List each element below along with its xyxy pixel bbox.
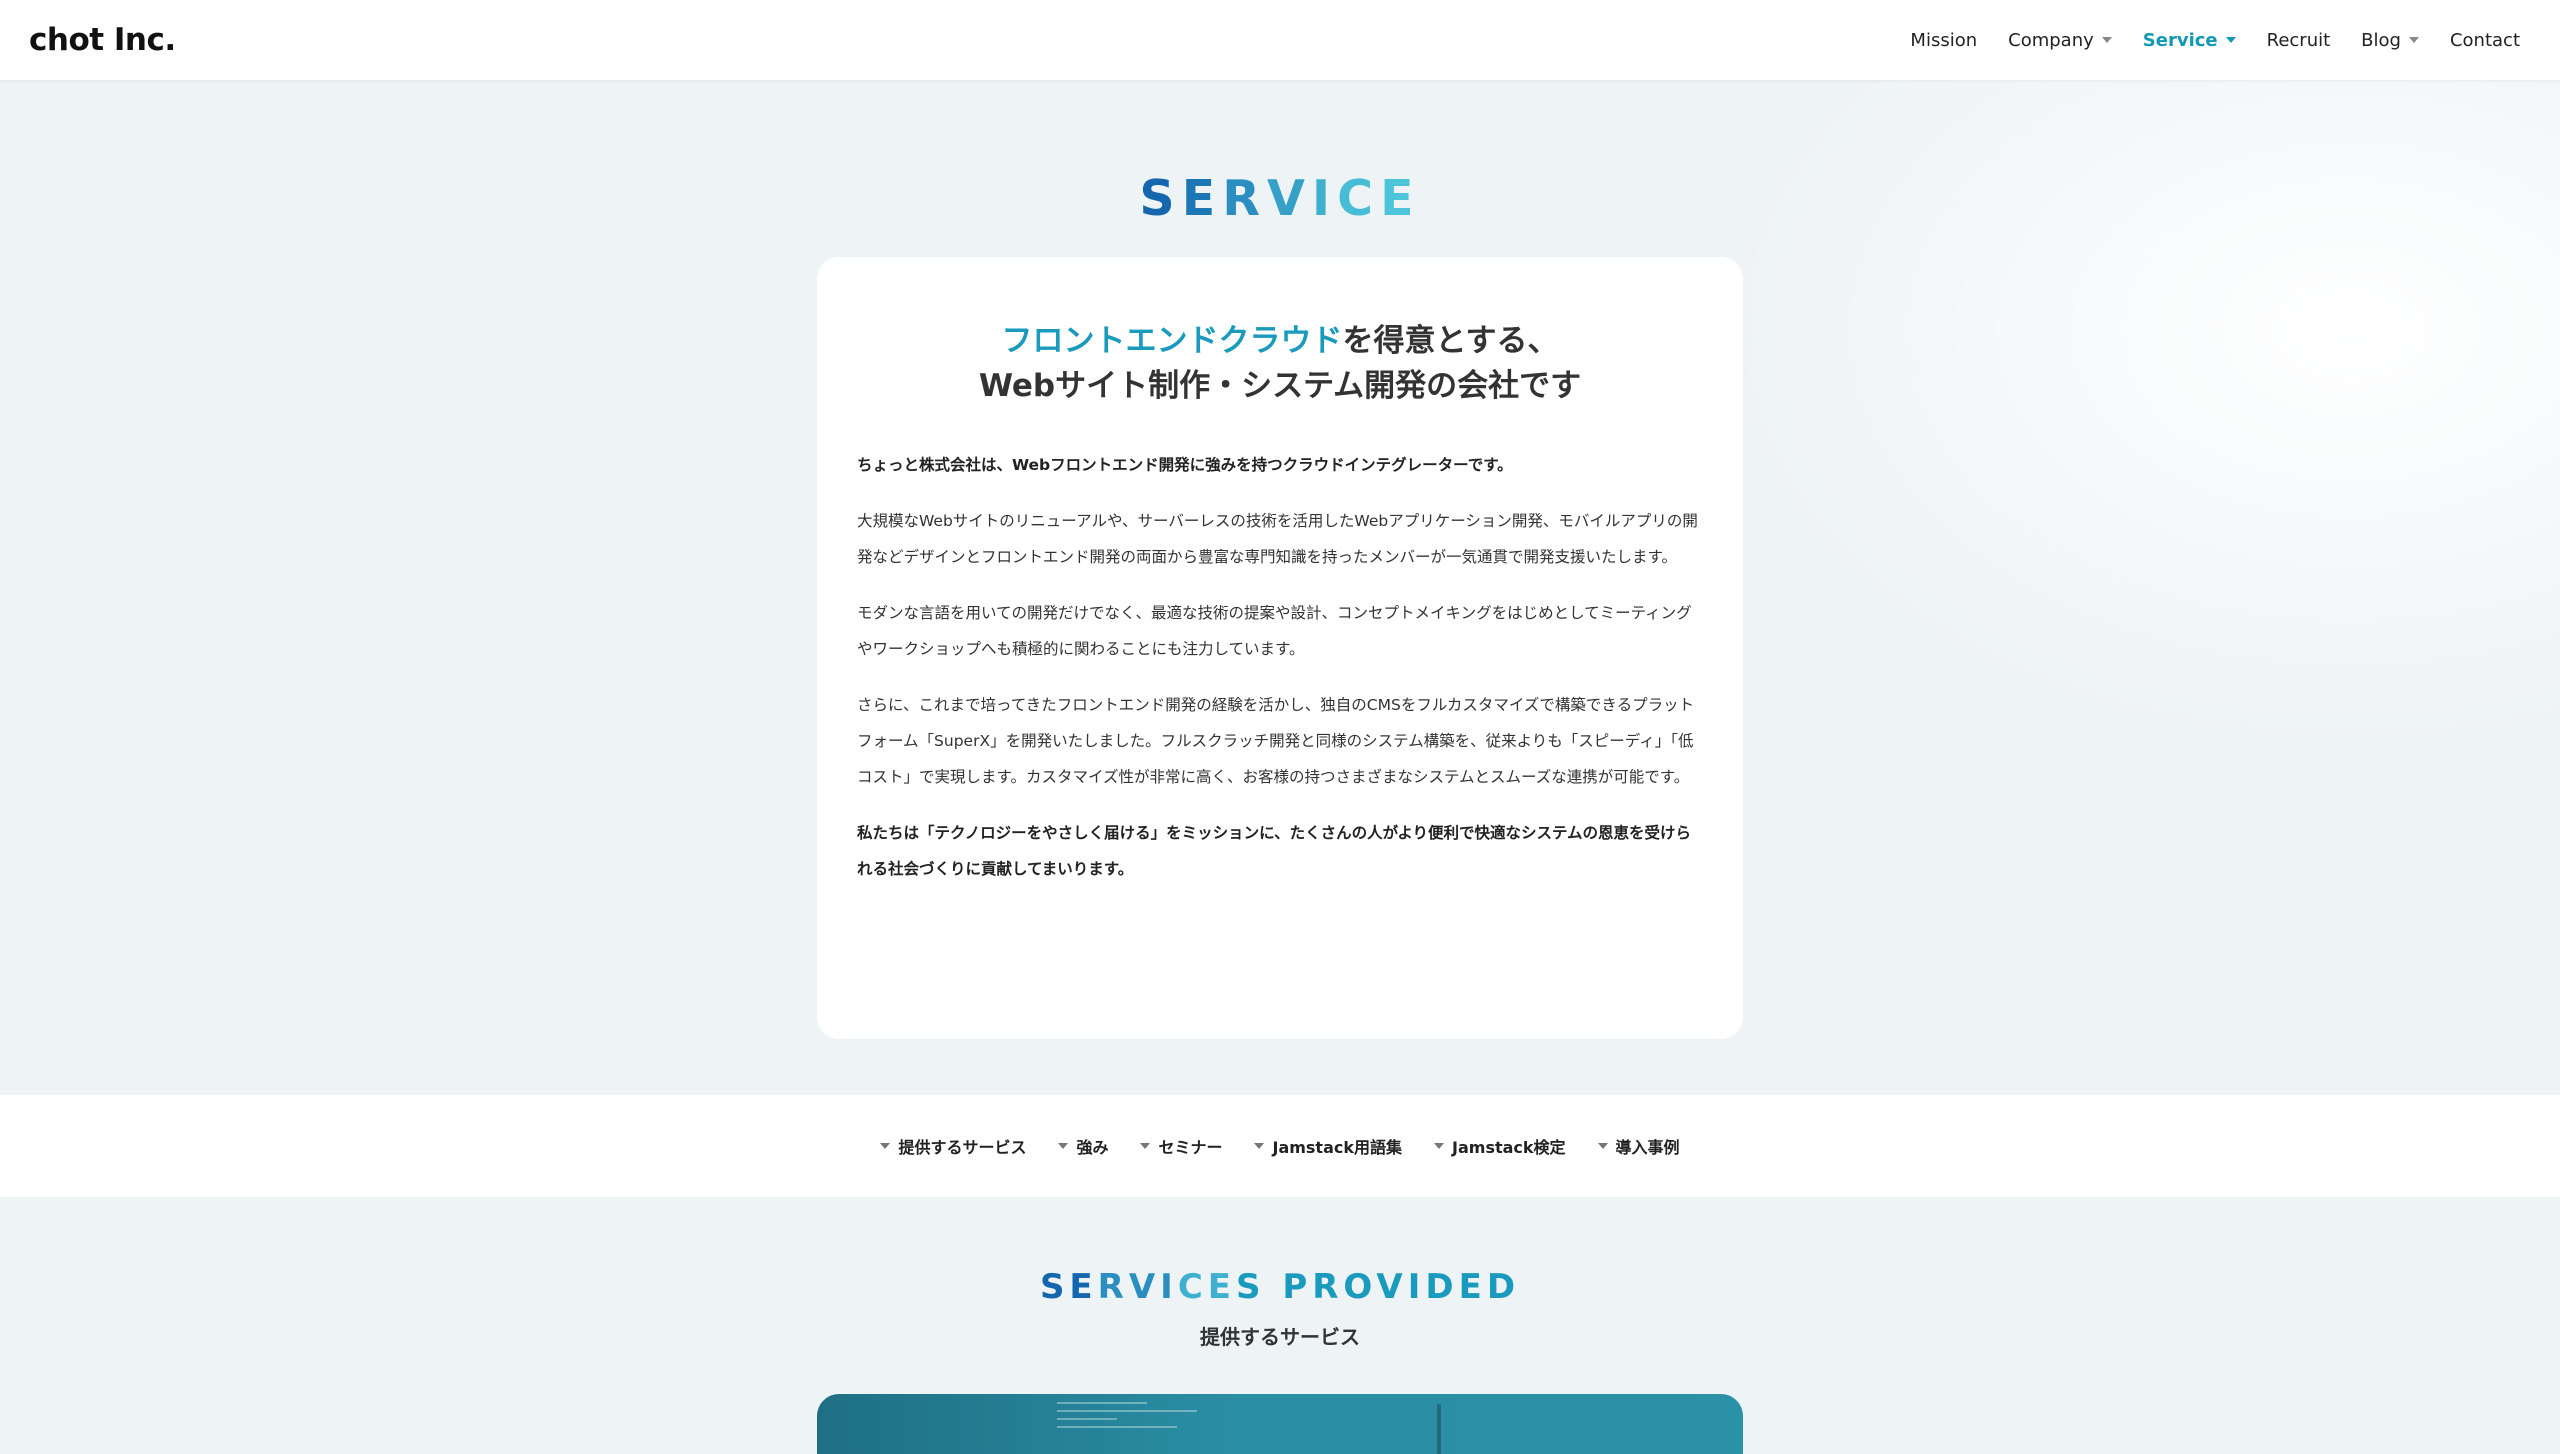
subnav-label: 導入事例 bbox=[1615, 1138, 1680, 1157]
section-title-part: CE bbox=[1177, 1267, 1236, 1307]
subnav-label: 強み bbox=[1076, 1138, 1109, 1157]
title-letter: E bbox=[1380, 170, 1421, 227]
section-title: SERVICES PROVIDED bbox=[0, 1267, 2560, 1307]
subnav-label: Jamstack検定 bbox=[1452, 1138, 1566, 1157]
section-subtitle: 提供するサービス bbox=[1200, 1325, 1360, 1349]
service-subnav: 提供するサービス 強み セミナー Jamstack用語集 Jamstack検定 … bbox=[0, 1095, 2560, 1197]
nav-mission[interactable]: Mission bbox=[1910, 30, 1977, 51]
caret-down-icon bbox=[880, 1143, 891, 1149]
subnav-label: 提供するサービス bbox=[898, 1138, 1027, 1157]
subnav-strengths[interactable]: 強み bbox=[1058, 1134, 1108, 1158]
title-letter: E bbox=[1181, 170, 1223, 227]
subnav-label: Jamstack用語集 bbox=[1272, 1138, 1403, 1157]
subnav-label: セミナー bbox=[1158, 1138, 1223, 1157]
nav-company-label: Company bbox=[2008, 29, 2094, 51]
nav-service[interactable]: Service bbox=[2143, 30, 2236, 51]
title-letter: V bbox=[1266, 170, 1312, 227]
nav-mission-label: Mission bbox=[1910, 29, 1978, 51]
intro-body: ちょっと株式会社は、Webフロントエンド開発に強みを持つクラウドインテグレーター… bbox=[857, 447, 1703, 887]
section-title-part: RVI bbox=[1097, 1267, 1178, 1307]
title-letter: R bbox=[1222, 170, 1267, 227]
title-letter: S bbox=[1139, 170, 1182, 227]
subnav-services-provided[interactable]: 提供するサービス bbox=[880, 1134, 1026, 1158]
nav-service-label: Service bbox=[2142, 29, 2218, 51]
caret-down-icon bbox=[1058, 1143, 1069, 1149]
intro-heading: フロントエンドクラウドを得意とする、 Webサイト制作・システム開発の会社です bbox=[857, 319, 1703, 409]
nav-blog-label: Blog bbox=[2361, 29, 2401, 51]
nav-recruit[interactable]: Recruit bbox=[2267, 30, 2331, 51]
subnav-case-studies[interactable]: 導入事例 bbox=[1597, 1134, 1680, 1158]
nav-company[interactable]: Company bbox=[2008, 30, 2112, 51]
intro-heading-accent: フロントエンドクラウド bbox=[1001, 323, 1343, 359]
caret-down-icon bbox=[2225, 37, 2236, 43]
section-title-part: S PROVIDED bbox=[1236, 1267, 1521, 1307]
caret-down-icon bbox=[1254, 1143, 1265, 1149]
nav-contact[interactable]: Contact bbox=[2450, 30, 2520, 51]
subnav-seminar[interactable]: セミナー bbox=[1140, 1134, 1222, 1158]
title-letter: I bbox=[1311, 170, 1338, 227]
nav-recruit-label: Recruit bbox=[2266, 29, 2331, 51]
subnav-jamstack-exam[interactable]: Jamstack検定 bbox=[1434, 1134, 1566, 1158]
section-title-part: SE bbox=[1039, 1267, 1098, 1307]
caret-down-icon bbox=[1434, 1143, 1445, 1149]
caret-down-icon bbox=[1140, 1143, 1151, 1149]
intro-paragraph: ちょっと株式会社は、Webフロントエンド開発に強みを持つクラウドインテグレーター… bbox=[857, 456, 1513, 474]
subnav-jamstack-glossary[interactable]: Jamstack用語集 bbox=[1254, 1134, 1402, 1158]
services-banner-image bbox=[817, 1394, 1743, 1454]
site-header: chot Inc. Mission Company Service Recrui… bbox=[0, 0, 2560, 80]
intro-paragraph: 私たちは「テクノロジーをやさしく届ける」をミッションに、たくさんの人がより便利で… bbox=[857, 824, 1692, 878]
title-letter: C bbox=[1337, 170, 1381, 227]
intro-heading-line2: Webサイト制作・システム開発の会社です bbox=[978, 368, 1582, 404]
nav-blog[interactable]: Blog bbox=[2361, 30, 2419, 51]
page-title: SERVICE bbox=[0, 170, 2560, 227]
intro-heading-rest: を得意とする、 bbox=[1342, 323, 1559, 359]
main-nav: Mission Company Service Recruit Blog Con… bbox=[1879, 30, 2520, 51]
intro-card: フロントエンドクラウドを得意とする、 Webサイト制作・システム開発の会社です … bbox=[817, 257, 1743, 1039]
intro-paragraph: モダンな言語を用いての開発だけでなく、最適な技術の提案や設計、コンセプトメイキン… bbox=[857, 604, 1692, 658]
nav-contact-label: Contact bbox=[2449, 29, 2520, 51]
hero-section: SERVICE フロントエンドクラウドを得意とする、 Webサイト制作・システム… bbox=[0, 80, 2560, 1095]
logo[interactable]: chot Inc. bbox=[29, 22, 176, 58]
caret-down-icon bbox=[2408, 37, 2419, 43]
intro-paragraph: 大規模なWebサイトのリニューアルや、サーバーレスの技術を活用したWebアプリケ… bbox=[857, 512, 1698, 566]
intro-paragraph: さらに、これまで培ってきたフロントエンド開発の経験を活かし、独自のCMSをフルカ… bbox=[857, 696, 1695, 786]
caret-down-icon bbox=[1597, 1143, 1608, 1149]
caret-down-icon bbox=[2101, 37, 2112, 43]
services-provided-section: SERVICES PROVIDED 提供するサービス bbox=[0, 1197, 2560, 1454]
